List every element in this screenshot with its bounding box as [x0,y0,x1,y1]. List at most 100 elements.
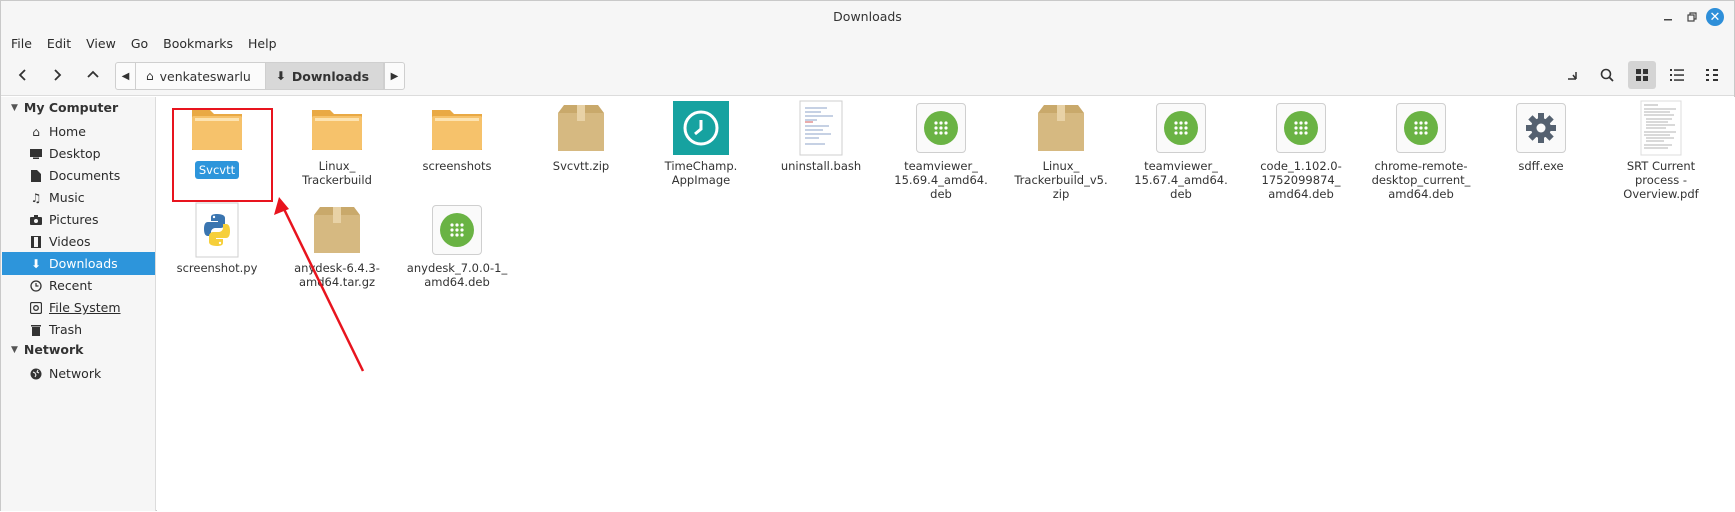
file-item-anydesk-tar-gz[interactable]: anydesk-6.4.3- amd64.tar.gz [282,201,392,289]
download-arrow-icon: ⬇ [275,69,286,83]
sidebar-item-home[interactable]: ⌂ Home [2,120,155,143]
sidebar: ▼ My Computer ⌂ Home Desktop Documents ♫ M… [1,97,156,511]
deb-package-icon [1152,99,1210,157]
file-item-srt-overview-pdf[interactable]: SRT Current process - Overview.pdf [1606,99,1716,201]
file-item-teamviewer-15-69[interactable]: teamviewer_ 15.69.4_amd64. deb [886,99,996,201]
menu-bookmarks[interactable]: Bookmarks [163,36,233,51]
menu-view[interactable]: View [86,36,116,51]
menu-file[interactable]: File [11,36,32,51]
sidebar-section-network[interactable]: ▼ Network [11,342,83,357]
menu-bar: File Edit View Go Bookmarks Help [1,32,1734,54]
file-item-teamviewer-15-67[interactable]: teamviewer_ 15.67.4_amd64. deb [1126,99,1236,201]
sidebar-item-pictures[interactable]: Pictures [2,208,155,231]
breadcrumb-current-label: Downloads [291,68,370,84]
sidebar-item-trash[interactable]: Trash [2,318,155,341]
file-label: screenshots [422,159,492,173]
breadcrumb-home[interactable]: ⌂ venkateswarlu [136,63,266,89]
archive-box-icon [1032,99,1090,157]
sidebar-item-desktop[interactable]: Desktop [2,142,155,165]
compact-view-button[interactable] [1698,61,1726,89]
sidebar-item-label: Music [49,190,85,205]
minimize-button[interactable] [1658,7,1678,27]
section-label: Network [23,342,84,357]
title-bar: Downloads ✕ [1,1,1734,32]
file-label: TimeChamp. AppImage [664,159,738,187]
file-item-timechamp-appimage[interactable]: TimeChamp. AppImage [646,99,756,187]
file-label: chrome-remote- desktop_current_ amd64.de… [1371,159,1471,201]
archive-box-icon [308,201,366,259]
sidebar-item-label: Documents [49,168,121,183]
file-label: teamviewer_ 15.67.4_amd64. deb [1134,159,1228,201]
sidebar-item-label: Desktop [49,146,101,161]
deb-package-icon [912,99,970,157]
sidebar-item-file-system[interactable]: File System [2,296,155,319]
globe-icon [29,368,43,380]
file-label: code_1.102.0- 1752099874_ amd64.deb [1260,159,1342,201]
file-label: Svcvtt.zip [552,159,610,173]
sidebar-item-documents[interactable]: Documents [2,164,155,187]
file-label: sdff.exe [1518,159,1564,173]
python-file-icon [188,201,246,259]
film-icon [29,235,43,248]
sidebar-section-my-computer[interactable]: ▼ My Computer [11,100,118,115]
toolbar: ◀ ⌂ venkateswarlu ⬇ Downloads ▶ [1,54,1734,96]
menu-edit[interactable]: Edit [47,36,71,51]
file-label: anydesk-6.4.3- amd64.tar.gz [294,261,380,289]
sidebar-item-network[interactable]: Network [2,362,155,385]
file-label: SRT Current process - Overview.pdf [1623,159,1699,201]
menu-go[interactable]: Go [131,36,148,51]
toggle-location-button[interactable] [1558,61,1586,89]
sidebar-item-downloads[interactable]: ⬇ Downloads [2,252,155,275]
file-label: anydesk_7.0.0-1_ amd64.deb [406,261,508,289]
sidebar-item-label: Pictures [49,212,99,227]
file-label: teamviewer_ 15.69.4_amd64. deb [894,159,988,201]
trash-icon [29,324,43,336]
grid-icon [1636,69,1648,81]
file-item-screenshots[interactable]: screenshots [402,99,512,173]
folder-icon [428,99,486,157]
sidebar-item-recent[interactable]: Recent [2,274,155,297]
close-icon: ✕ [1709,9,1721,25]
file-item-chrome-remote-desktop-deb[interactable]: chrome-remote- desktop_current_ amd64.de… [1366,99,1476,201]
music-icon: ♫ [30,190,42,205]
search-icon [1600,68,1614,82]
file-item-linux-trackerbuild-v5-zip[interactable]: Linux_ Trackerbuild_v5. zip [1006,99,1116,201]
home-icon: ⌂ [32,124,40,139]
breadcrumb-scroll-right[interactable]: ▶ [384,63,404,89]
pdf-thumbnail-icon [1632,99,1690,157]
triangle-right-icon: ▶ [390,70,399,82]
expand-triangle-icon: ▼ [11,102,18,113]
section-label: My Computer [23,100,119,115]
close-button[interactable]: ✕ [1706,8,1724,26]
file-label: uninstall.bash [780,159,862,173]
up-button[interactable] [80,63,106,87]
chevron-up-icon [87,70,99,78]
file-item-sdff-exe[interactable]: sdff.exe [1486,99,1596,173]
breadcrumb-current[interactable]: ⬇ Downloads [265,63,385,89]
icon-view-button[interactable] [1628,61,1656,89]
file-item-svcvtt-zip[interactable]: Svcvtt.zip [526,99,636,173]
forward-button[interactable] [44,63,70,87]
file-item-screenshot-py[interactable]: screenshot.py [162,201,272,275]
clock-icon [29,279,43,292]
sidebar-item-music[interactable]: ♫ Music [2,186,155,209]
sidebar-item-videos[interactable]: Videos [2,230,155,253]
file-item-code-deb[interactable]: code_1.102.0- 1752099874_ amd64.deb [1246,99,1356,201]
menu-help[interactable]: Help [248,36,277,51]
list-icon [1670,69,1684,81]
file-item-anydesk-deb[interactable]: anydesk_7.0.0-1_ amd64.deb [402,201,512,289]
sidebar-item-label: Home [49,124,86,139]
document-icon [29,169,43,182]
breadcrumb-home-label: venkateswarlu [159,68,251,84]
list-view-button[interactable] [1663,61,1691,89]
folder-icon [308,99,366,157]
search-button[interactable] [1593,61,1621,89]
maximize-button[interactable] [1682,7,1702,27]
home-icon: ⌂ [146,69,154,83]
back-button[interactable] [10,63,36,87]
breadcrumb-scroll-left[interactable]: ◀ [116,63,136,89]
drive-icon [29,301,43,314]
file-item-linux-trackerbuild[interactable]: Linux_ Trackerbuild [282,99,392,187]
file-item-uninstall-bash[interactable]: uninstall.bash [766,99,876,173]
file-manager-window: Downloads ✕ File Edit View Go Bookmarks … [0,0,1735,511]
